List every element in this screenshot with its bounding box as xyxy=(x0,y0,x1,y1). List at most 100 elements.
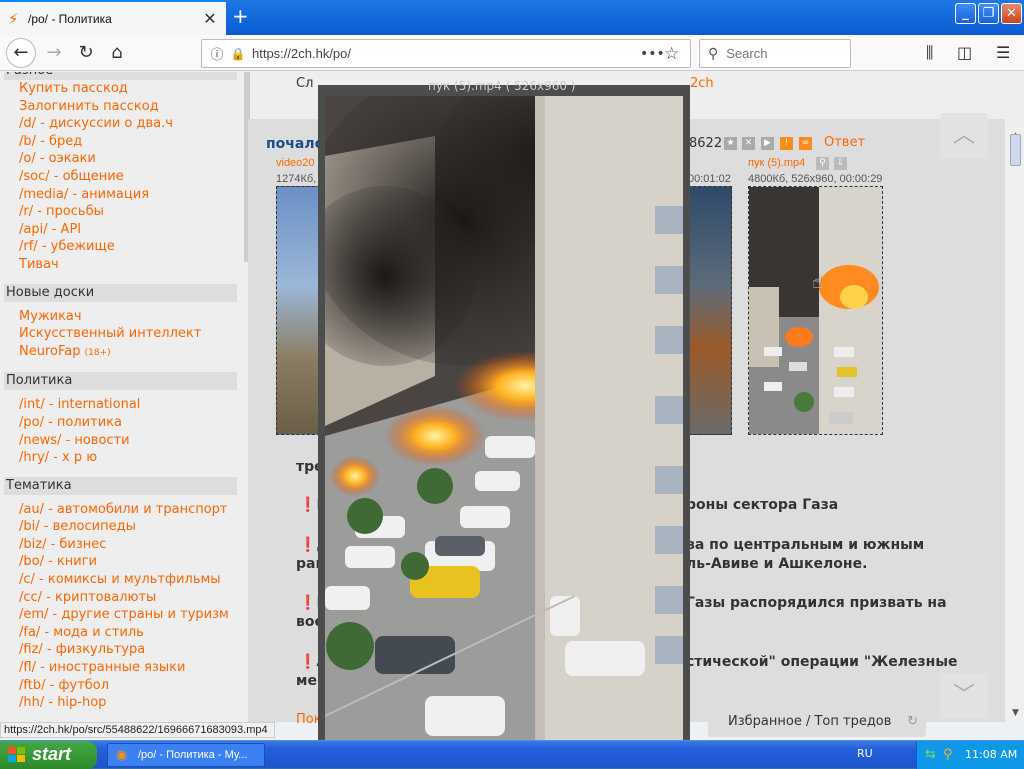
tab-po[interactable]: ⚡ /po/ - Политика ✕ xyxy=(0,0,226,35)
scroll-down-arrow-icon[interactable]: ▼ xyxy=(1007,705,1024,722)
sidebar-link[interactable]: /fa/ - мода и стиль xyxy=(0,624,249,642)
page-scrollbar[interactable]: ▲ ▼ xyxy=(1007,128,1024,722)
reply-link[interactable]: Ответ xyxy=(824,135,865,150)
sidebar-link[interactable]: /rf/ - убежище xyxy=(0,238,249,256)
sidebar-link[interactable]: /r/ - просьбы xyxy=(0,203,249,221)
reload-icon[interactable]: ↻ xyxy=(72,39,100,67)
burning-cars-video-image xyxy=(325,96,683,740)
start-button[interactable]: start xyxy=(0,741,97,769)
file-name[interactable]: video20 xyxy=(276,157,315,169)
report-icon[interactable]: ! xyxy=(780,137,793,150)
post-text-line: ва по центральным и южным xyxy=(686,537,925,553)
file-meta: 1274Кб, xyxy=(276,173,317,185)
post-text-line: Газы распорядился призвать на xyxy=(686,595,947,611)
favorites-bar[interactable]: Избранное / Топ тредов ↻ xyxy=(708,707,926,737)
scroll-up-button[interactable]: ︿ xyxy=(940,113,988,159)
search-image-icon[interactable]: ⚲ xyxy=(816,157,829,170)
sidebar-link[interactable]: /b/ - бред xyxy=(0,133,249,151)
lock-icon[interactable]: 🔒 xyxy=(228,47,248,61)
back-icon[interactable]: ← xyxy=(6,38,36,68)
bolt-icon: ⚡ xyxy=(8,9,19,28)
network-icon[interactable]: ⇆ xyxy=(925,741,936,768)
sidebar-link[interactable]: /hry/ - х р ю xyxy=(0,449,249,467)
link-icon[interactable]: ∞ xyxy=(799,137,812,150)
sidebar-link-neurofap[interactable]: NeuroFap (18+) xyxy=(0,343,249,363)
scrollbar-thumb[interactable] xyxy=(1010,134,1021,166)
file-name[interactable]: пук (5).mp4 xyxy=(748,157,805,169)
sidebar-link-label: NeuroFap xyxy=(19,343,81,359)
favorites-label: Избранное / Топ тредов xyxy=(728,714,892,729)
start-label: start xyxy=(32,744,72,764)
sidebar-link[interactable]: Тивач xyxy=(0,256,249,274)
library-icon[interactable]: ⫼ xyxy=(926,43,933,63)
download-icon[interactable]: ⇩ xyxy=(834,157,847,170)
clock[interactable]: 11:08 AM xyxy=(965,741,1017,768)
sidebar-link[interactable]: /d/ - дискуссии о два.ч xyxy=(0,115,249,133)
sidebar-link[interactable]: /biz/ - бизнес xyxy=(0,536,249,554)
scroll-down-button[interactable]: ﹀ xyxy=(940,673,988,719)
sidebar-link[interactable]: /po/ - политика xyxy=(0,414,249,432)
sidebar-category: Разное xyxy=(4,72,237,80)
hide-icon[interactable]: ✕ xyxy=(742,137,755,150)
sidebar-link[interactable]: /soc/ - общение xyxy=(0,168,249,186)
language-indicator[interactable]: RU xyxy=(857,747,873,760)
sidebar-link[interactable]: /ftb/ - футбол xyxy=(0,677,249,695)
sidebar-link[interactable]: /bi/ - велосипеды xyxy=(0,518,249,536)
sidebar-link[interactable]: /int/ - international xyxy=(0,396,249,414)
sidebar-category: Новые доски xyxy=(4,283,237,302)
windows-logo-icon xyxy=(8,747,25,762)
close-tab-icon[interactable]: ✕ xyxy=(202,9,218,28)
taskbar-item-firefox[interactable]: ◉ /po/ - Политика - Му... xyxy=(107,743,265,767)
file-meta: 4800Кб, 526x960, 00:00:29 xyxy=(748,173,883,185)
post-number[interactable]: 8622 xyxy=(689,136,722,151)
sidebar-link[interactable]: /em/ - другие страны и туризм xyxy=(0,606,249,624)
sidebar-icon[interactable]: ◫ xyxy=(957,43,972,62)
sidebar-link[interactable]: /c/ - комиксы и мультфильмы xyxy=(0,571,249,589)
video-viewer[interactable]: пук (5).mp4 ( 526x960 ) xyxy=(318,79,690,740)
search-tray-icon[interactable]: ⚲ xyxy=(943,741,953,768)
sidebar-link[interactable]: Мужикач xyxy=(0,308,249,326)
adult-badge: (18+) xyxy=(84,347,111,358)
taskbar: start ◉ /po/ - Политика - Му... RU ⇆ ⚲ 1… xyxy=(0,740,1024,769)
info-icon[interactable]: ⓘ xyxy=(206,44,228,63)
sidebar-link[interactable]: /o/ - оэкаки xyxy=(0,150,249,168)
video-frame[interactable] xyxy=(325,96,683,740)
top-text-fragment: Сл xyxy=(296,76,314,91)
sidebar-link[interactable]: /api/ - API xyxy=(0,221,249,239)
video-thumbnail-selected[interactable] xyxy=(748,186,883,435)
search-box[interactable]: ⚲ xyxy=(699,39,851,68)
video-thumbnail[interactable] xyxy=(276,186,320,435)
taskbar-item-label: /po/ - Политика - Му... xyxy=(138,749,248,761)
post-text-line: ме xyxy=(296,673,317,689)
home-icon[interactable]: ⌂ xyxy=(103,39,131,67)
sidebar-link[interactable]: /fiz/ - физкультура xyxy=(0,641,249,659)
play-icon[interactable]: ▶ xyxy=(761,137,774,150)
minimize-button[interactable]: _ xyxy=(955,3,976,24)
sidebar-link[interactable]: /au/ - автомобили и транспорт xyxy=(0,501,249,519)
burning-cars-thumbnail-image xyxy=(749,187,882,434)
close-window-button[interactable]: ✕ xyxy=(1001,3,1022,24)
menu-icon[interactable]: ☰ xyxy=(996,43,1010,62)
sidebar-link[interactable]: Купить пасскод xyxy=(0,80,249,98)
sidebar-link[interactable]: /fl/ - иностранные языки xyxy=(0,659,249,677)
url-text[interactable]: https://2ch.hk/po/ xyxy=(252,46,640,61)
sidebar-link[interactable]: /media/ - анимация xyxy=(0,186,249,204)
page-actions-icon[interactable]: ••• xyxy=(640,46,665,62)
sidebar-link[interactable]: /hh/ - hip-hop xyxy=(0,694,249,712)
star-icon[interactable]: ★ xyxy=(724,137,737,150)
sidebar-link[interactable]: /cc/ - криптовалюты xyxy=(0,589,249,607)
sidebar-link[interactable]: Искусственный интеллект xyxy=(0,325,249,343)
sidebar-link[interactable]: /news/ - новости xyxy=(0,432,249,450)
refresh-icon[interactable]: ↻ xyxy=(907,707,918,737)
forward-icon[interactable]: → xyxy=(40,39,68,67)
sidebar-link[interactable]: /bo/ - книги xyxy=(0,553,249,571)
sidebar-link[interactable]: Залогинить пасскод xyxy=(0,98,249,116)
address-bar[interactable]: ⓘ 🔒 https://2ch.hk/po/ ••• ☆ xyxy=(201,39,691,68)
top-link-fragment[interactable]: 2ch xyxy=(690,76,714,91)
search-input[interactable] xyxy=(726,46,827,61)
video-thumbnail[interactable] xyxy=(688,186,732,435)
post-text-line: стической" операции "Железные xyxy=(686,654,958,670)
maximize-button[interactable]: ❐ xyxy=(978,3,999,24)
new-tab-icon[interactable]: + xyxy=(232,6,249,26)
bookmark-star-icon[interactable]: ☆ xyxy=(664,44,690,64)
